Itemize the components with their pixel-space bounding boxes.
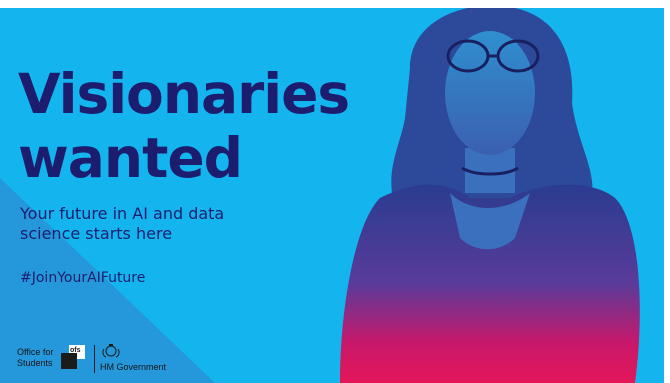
royal-crest-icon	[102, 344, 120, 358]
subheadline-line-1: Your future in AI and data	[20, 204, 225, 223]
headline: Visionaries wanted	[18, 62, 350, 190]
office-for-students-logo-icon: ofs	[61, 345, 87, 371]
ofs-mark-text: ofs	[70, 347, 81, 354]
subheadline-line-2: science starts here	[20, 224, 173, 243]
campaign-banner: Visionaries wanted Your future in AI and…	[0, 0, 670, 383]
right-border	[664, 0, 670, 383]
headline-line-1: Visionaries	[18, 62, 350, 126]
subheadline: Your future in AI and data science start…	[20, 204, 300, 244]
hashtag: #JoinYourAIFuture	[20, 270, 146, 286]
headline-line-2: wanted	[18, 126, 243, 190]
logo-divider	[94, 345, 95, 373]
woman-portrait-image	[340, 8, 640, 383]
hm-government-text: HM Government	[100, 362, 167, 372]
office-for-students-text: Office for Students	[17, 347, 54, 368]
